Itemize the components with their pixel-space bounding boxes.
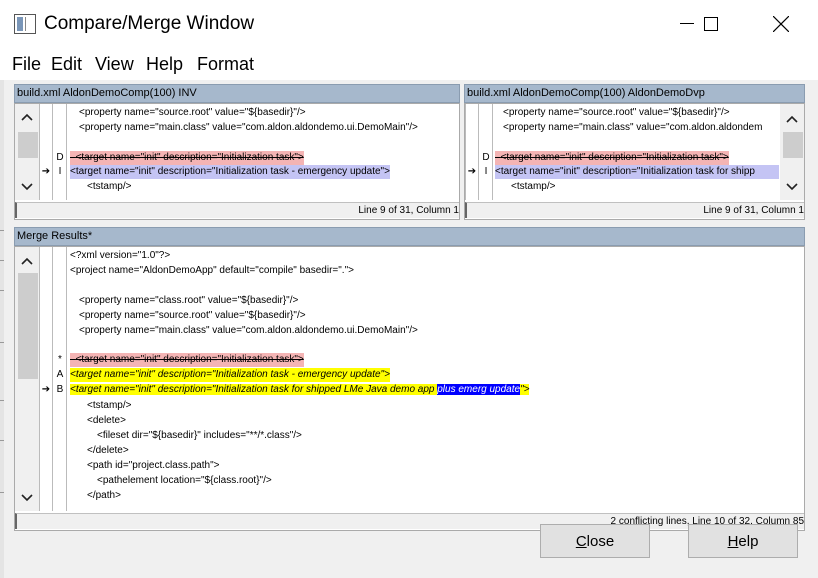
maximize-icon	[704, 17, 718, 31]
marker: B	[56, 384, 64, 395]
left-pane-status: Line 9 of 31, Column 1	[15, 202, 459, 218]
code-line: <property name="source.root" value="${ba…	[79, 310, 306, 321]
code-line: <property name="main.class" value="com.a…	[503, 122, 763, 133]
left-edge	[0, 80, 4, 578]
merge-results-pane: * A B ➔ <?xml version="1.0"?> <project n…	[14, 246, 805, 531]
current-line-arrow-icon: ➔	[41, 384, 51, 395]
code-line: <tstamp/>	[511, 181, 556, 192]
merge-arrow-gutter	[39, 247, 53, 511]
scroll-thumb[interactable]	[18, 273, 38, 379]
changed-line: <target name="init" description="Initial…	[495, 165, 779, 179]
menu-bar: File Edit View Help Format	[0, 48, 818, 80]
marker: *	[58, 354, 62, 365]
merge-scrollbar[interactable]	[15, 247, 39, 511]
close-window-button[interactable]	[758, 0, 804, 48]
current-line-arrow-icon: ➔	[467, 166, 477, 177]
scroll-thumb[interactable]	[18, 132, 38, 158]
right-pane-scrollbar[interactable]	[780, 104, 804, 200]
chevron-up-icon	[21, 257, 33, 265]
close-button[interactable]: Close	[540, 524, 650, 558]
chevron-up-icon	[786, 115, 798, 123]
code-line: <fileset dir="${basedir}" includes="**/*…	[97, 430, 302, 441]
scroll-down-button[interactable]	[780, 176, 804, 198]
scroll-up-button[interactable]	[15, 250, 39, 272]
conflict-line-b: <target name="init" description="Initial…	[70, 384, 530, 395]
help-button[interactable]: Help	[688, 524, 798, 558]
changed-line: <target name="init" description="Initial…	[70, 165, 390, 179]
current-line-arrow-icon: ➔	[41, 166, 51, 177]
chevron-down-icon	[21, 494, 33, 502]
scroll-down-button[interactable]	[15, 487, 39, 509]
compare-merge-window: Compare/Merge Window File Edit View Help…	[0, 0, 818, 578]
chevron-down-icon	[21, 183, 33, 191]
menu-format[interactable]: Format	[197, 54, 254, 75]
close-icon	[773, 16, 789, 32]
chevron-up-icon	[21, 113, 33, 121]
conflict-line-a: <target name="init" description="Initial…	[70, 368, 390, 382]
scroll-down-button[interactable]	[15, 176, 39, 198]
code-line: <property name="class.root" value="${bas…	[79, 295, 299, 306]
menu-help[interactable]: Help	[146, 54, 183, 75]
maximize-button[interactable]	[688, 0, 734, 48]
code-line: </delete>	[87, 445, 129, 456]
chevron-down-icon	[786, 183, 798, 191]
menu-file[interactable]: File	[12, 54, 41, 75]
menu-view[interactable]: View	[95, 54, 134, 75]
right-pane-status: Line 9 of 31, Column 1	[465, 202, 804, 218]
menu-edit[interactable]: Edit	[51, 54, 82, 75]
code-line: <pathelement location="${class.root}"/>	[97, 475, 272, 486]
window-title: Compare/Merge Window	[44, 13, 255, 34]
right-arrow-gutter	[465, 104, 479, 200]
deleted-line: <target name="init" description="Initial…	[495, 151, 729, 165]
merge-status: 2 conflicting lines, Line 10 of 32, Colu…	[15, 513, 804, 529]
deleted-line: <target name="init" description="Initial…	[70, 353, 304, 367]
left-pane: ➔ D I <property name="source.root" value…	[14, 103, 460, 220]
title-bar: Compare/Merge Window	[0, 0, 818, 48]
code-line: <property name="source.root" value="${ba…	[79, 107, 306, 118]
deleted-line: <target name="init" description="Initial…	[70, 151, 304, 165]
scroll-up-button[interactable]	[780, 108, 804, 130]
right-pane-header: build.xml AldonDemoComp(100) AldonDemoDv…	[464, 84, 805, 103]
code-line: <delete>	[87, 415, 126, 426]
marker: D	[56, 152, 64, 163]
left-pane-header: build.xml AldonDemoComp(100) INV	[14, 84, 460, 103]
code-line: <property name="main.class" value="com.a…	[79, 122, 418, 133]
right-pane: ➔ D I <property name="source.root" value…	[464, 103, 805, 220]
app-icon	[14, 14, 36, 34]
marker: I	[484, 166, 488, 177]
code-line: <tstamp/>	[87, 400, 132, 411]
code-line: <property name="source.root" value="${ba…	[503, 107, 730, 118]
code-line: <property name="main.class" value="com.a…	[79, 325, 418, 336]
code-line: </path>	[87, 490, 121, 501]
scroll-thumb[interactable]	[783, 132, 803, 158]
left-arrow-gutter	[39, 104, 53, 200]
scroll-up-button[interactable]	[15, 106, 39, 128]
marker: I	[58, 166, 62, 177]
merge-results-header: Merge Results*	[14, 227, 805, 246]
code-line: <?xml version="1.0"?>	[70, 250, 171, 261]
marker: D	[482, 152, 490, 163]
code-line: <path id="project.class.path">	[87, 460, 220, 471]
marker: A	[56, 369, 64, 380]
left-pane-scrollbar[interactable]	[15, 104, 39, 200]
code-line: <project name="AldonDemoApp" default="co…	[70, 265, 354, 276]
code-line: <tstamp/>	[87, 181, 132, 192]
